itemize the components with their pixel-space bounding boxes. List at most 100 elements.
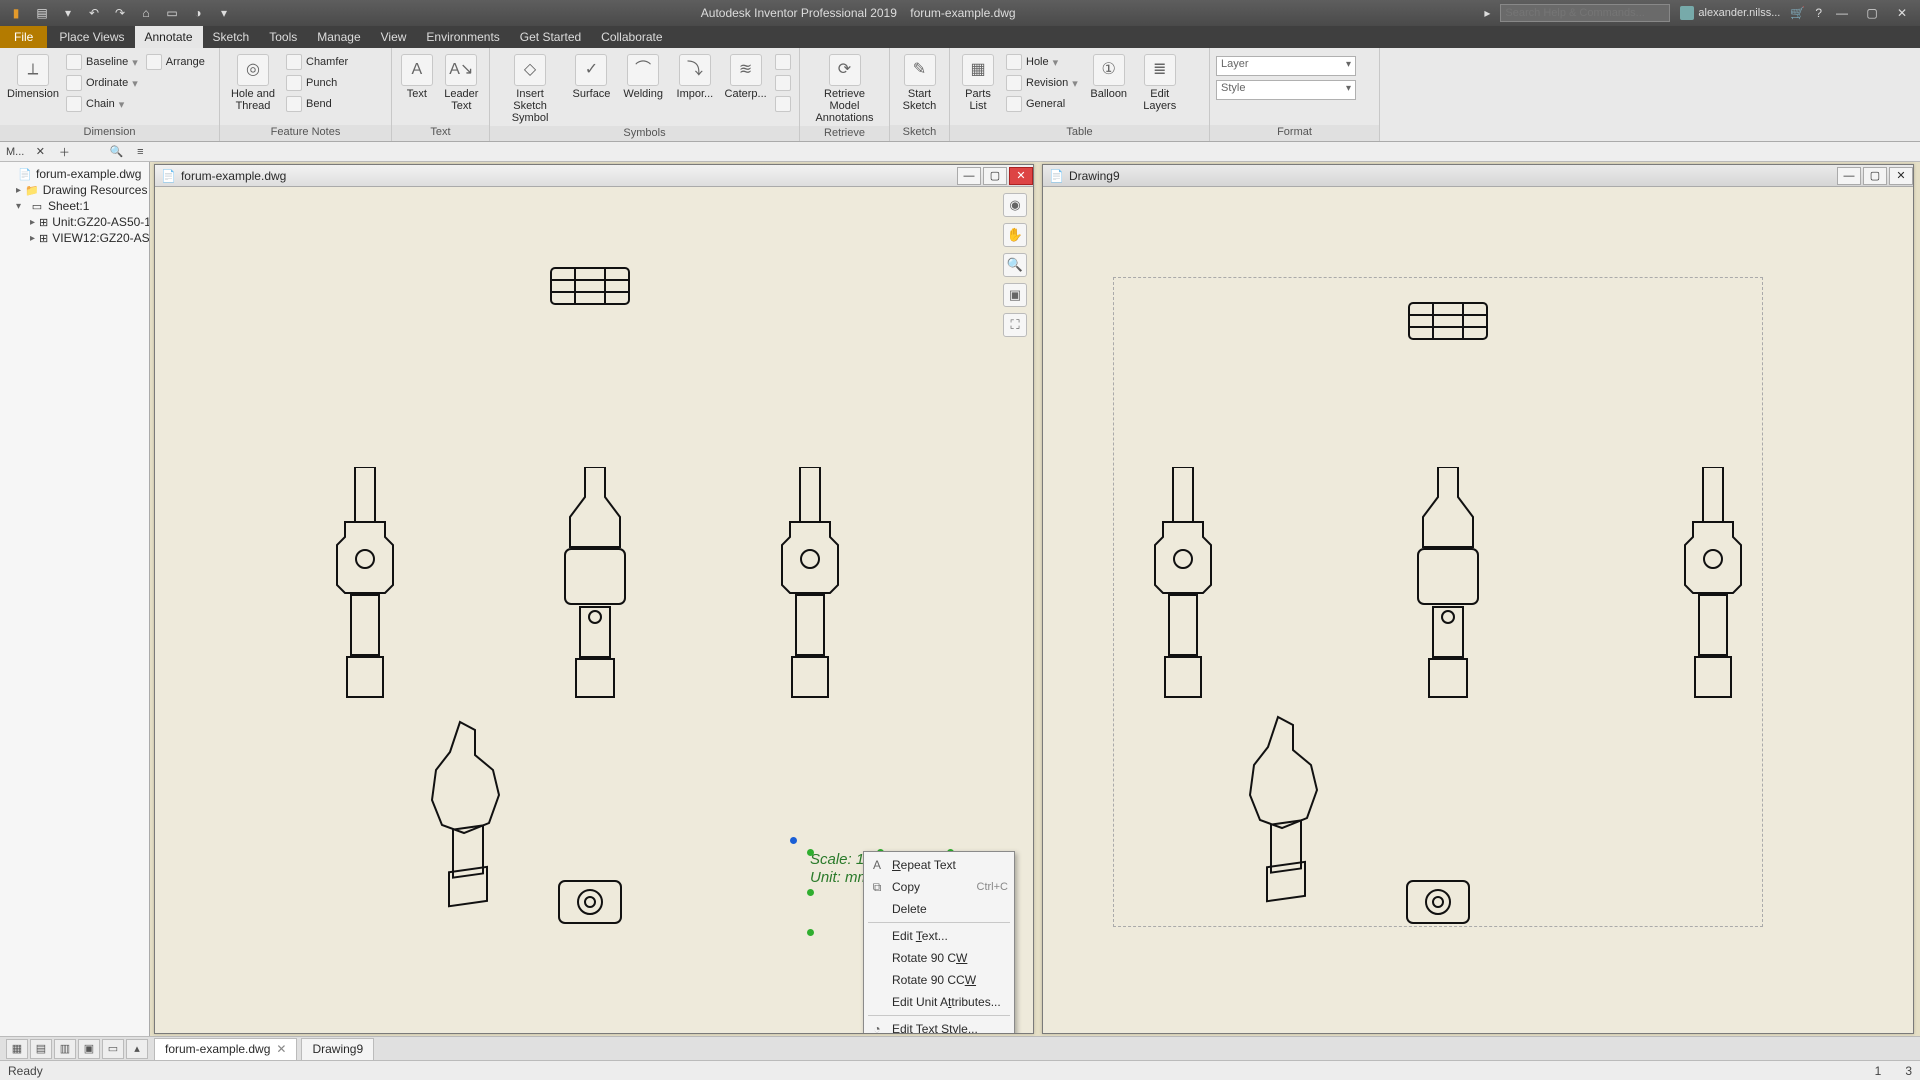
qat-material-icon[interactable]: ◑	[190, 5, 206, 21]
tree-resources[interactable]: Drawing Resources	[43, 183, 148, 197]
cart-icon[interactable]: 🛒	[1790, 6, 1805, 20]
selection-handle[interactable]	[807, 849, 814, 856]
tab-manage[interactable]: Manage	[307, 26, 370, 48]
zoom-tool-icon[interactable]: 🔍	[1003, 253, 1027, 277]
dimension-button[interactable]: ⟂Dimension	[6, 52, 60, 102]
mdi-min-icon[interactable]: —	[957, 167, 981, 185]
qat-select-icon[interactable]: ▭	[164, 5, 180, 21]
selection-handle[interactable]	[807, 889, 814, 896]
zoom-all-icon[interactable]: ⛶	[1003, 313, 1027, 337]
doctab-forum-example[interactable]: forum-example.dwg✕	[154, 1038, 297, 1060]
ctx-copy[interactable]: ⧉CopyCtrl+C	[864, 876, 1014, 898]
mdi-max-icon[interactable]: ▢	[983, 167, 1007, 185]
tree-root[interactable]: forum-example.dwg	[36, 167, 141, 181]
user-menu[interactable]: alexander.nilss...	[1680, 6, 1780, 20]
surface-button[interactable]: ✓Surface	[568, 52, 615, 102]
symbols-row-3[interactable]	[773, 94, 793, 114]
tab-get-started[interactable]: Get Started	[510, 26, 591, 48]
caterpillar-button[interactable]: ≋Caterp...	[722, 52, 769, 102]
layer-dropdown[interactable]: Layer	[1216, 56, 1356, 76]
insert-sketch-symbol-button[interactable]: ◇Insert Sketch Symbol	[496, 52, 564, 126]
symbols-row-1[interactable]	[773, 52, 793, 72]
pan-tool-icon[interactable]: ✋	[1003, 223, 1027, 247]
mdi-min-icon[interactable]: —	[1837, 167, 1861, 185]
ctx-delete[interactable]: Delete	[864, 898, 1014, 920]
ctx-edit-unit-attrs[interactable]: Edit Unit Attributes...	[864, 991, 1014, 1013]
close-tab-icon[interactable]: ✕	[276, 1042, 286, 1056]
tree-view[interactable]: VIEW12:GZ20-AS	[52, 231, 149, 245]
bend-button[interactable]: Bend	[284, 94, 350, 114]
doctab-drawing9[interactable]: Drawing9	[301, 1038, 374, 1060]
tab-place-views[interactable]: Place Views	[49, 26, 134, 48]
doctab-single-icon[interactable]: ▭	[102, 1039, 124, 1059]
mdi-close-icon[interactable]: ✕	[1889, 167, 1913, 185]
selected-text-object[interactable]: Scale: 1: Unit: mm	[810, 851, 870, 887]
punch-button[interactable]: Punch	[284, 73, 350, 93]
browser-add-icon[interactable]: ＋	[56, 144, 72, 160]
qat-home-icon[interactable]: ⌂	[138, 5, 154, 21]
mdi-close-icon[interactable]: ✕	[1009, 167, 1033, 185]
tab-view[interactable]: View	[371, 26, 417, 48]
info-icon[interactable]: ▸	[1484, 6, 1490, 20]
tab-collaborate[interactable]: Collaborate	[591, 26, 672, 48]
chain-button[interactable]: Chain▾	[64, 94, 140, 114]
model-tree[interactable]: 📄forum-example.dwg ▸📁Drawing Resources ▾…	[0, 162, 150, 1036]
welding-button[interactable]: ⌒Welding	[619, 52, 668, 102]
zoom-window-icon[interactable]: ▣	[1003, 283, 1027, 307]
qat-more-icon[interactable]: ▾	[216, 5, 232, 21]
doctab-tile-v-icon[interactable]: ▥	[54, 1039, 76, 1059]
chamfer-button[interactable]: Chamfer	[284, 52, 350, 72]
style-dropdown[interactable]: Style	[1216, 80, 1356, 100]
doctab-grid-icon[interactable]: ▦	[6, 1039, 28, 1059]
qat-undo-icon[interactable]: ↶	[86, 5, 102, 21]
retrieve-annotations-button[interactable]: ⟳Retrieve Model Annotations	[806, 52, 883, 126]
revision-button[interactable]: Revision▾	[1004, 73, 1080, 93]
start-sketch-button[interactable]: ✎Start Sketch	[896, 52, 943, 114]
mdi-left-canvas[interactable]: ◉ ✋ 🔍 ▣ ⛶ Scale: 1: Unit: mm	[155, 187, 1033, 1033]
symbols-row-2[interactable]	[773, 73, 793, 93]
qat-save-icon[interactable]: ▾	[60, 5, 76, 21]
ctx-rotate-cw[interactable]: Rotate 90 CW	[864, 947, 1014, 969]
ctx-edit-text[interactable]: Edit Text...	[864, 925, 1014, 947]
window-min-icon[interactable]: —	[1832, 5, 1852, 21]
doctab-tile-h-icon[interactable]: ▤	[30, 1039, 52, 1059]
ctx-rotate-ccw[interactable]: Rotate 90 CCW	[864, 969, 1014, 991]
help-icon[interactable]: ?	[1815, 6, 1822, 20]
ctx-repeat-text[interactable]: ARepeat Text	[864, 854, 1014, 876]
qat-redo-icon[interactable]: ↷	[112, 5, 128, 21]
arrange-button[interactable]: Arrange	[144, 52, 207, 72]
general-table-button[interactable]: General	[1004, 94, 1080, 114]
ctx-edit-text-style[interactable]: ◔Edit Text Style...	[864, 1018, 1014, 1033]
text-button[interactable]: AText	[398, 52, 436, 102]
balloon-button[interactable]: ①Balloon	[1084, 52, 1134, 102]
tab-sketch[interactable]: Sketch	[203, 26, 260, 48]
edit-layers-button[interactable]: ≣Edit Layers	[1138, 52, 1182, 114]
tree-sheet[interactable]: Sheet:1	[48, 199, 89, 213]
browser-menu-icon[interactable]: ≡	[132, 144, 148, 160]
doctab-up-icon[interactable]: ▴	[126, 1039, 148, 1059]
hole-table-button[interactable]: Hole▾	[1004, 52, 1080, 72]
import-button[interactable]: ⤵Impor...	[672, 52, 719, 102]
tab-annotate[interactable]: Annotate	[135, 26, 203, 48]
browser-search-icon[interactable]: 🔍	[108, 144, 124, 160]
browser-close-icon[interactable]: ✕	[32, 144, 48, 160]
window-max-icon[interactable]: ▢	[1862, 5, 1882, 21]
hole-thread-button[interactable]: ◎Hole and Thread	[226, 52, 280, 114]
nav-wheel-icon[interactable]: ◉	[1003, 193, 1027, 217]
mdi-max-icon[interactable]: ▢	[1863, 167, 1887, 185]
selection-handle[interactable]	[807, 929, 814, 936]
help-search-input[interactable]	[1500, 4, 1670, 22]
window-close-icon[interactable]: ✕	[1892, 5, 1912, 21]
mdi-right-canvas[interactable]	[1043, 187, 1913, 1033]
parts-list-button[interactable]: ▦Parts List	[956, 52, 1000, 114]
tab-tools[interactable]: Tools	[259, 26, 307, 48]
selection-origin-handle[interactable]	[790, 837, 797, 844]
ordinate-button[interactable]: Ordinate▾	[64, 73, 140, 93]
baseline-button[interactable]: Baseline▾	[64, 52, 140, 72]
qat-open-icon[interactable]: ▤	[34, 5, 50, 21]
doctab-cascade-icon[interactable]: ▣	[78, 1039, 100, 1059]
tab-file[interactable]: File	[0, 26, 47, 48]
leader-text-button[interactable]: A↘Leader Text	[440, 52, 483, 114]
tab-environments[interactable]: Environments	[416, 26, 509, 48]
tree-unit[interactable]: Unit:GZ20-AS50-1	[52, 215, 150, 229]
